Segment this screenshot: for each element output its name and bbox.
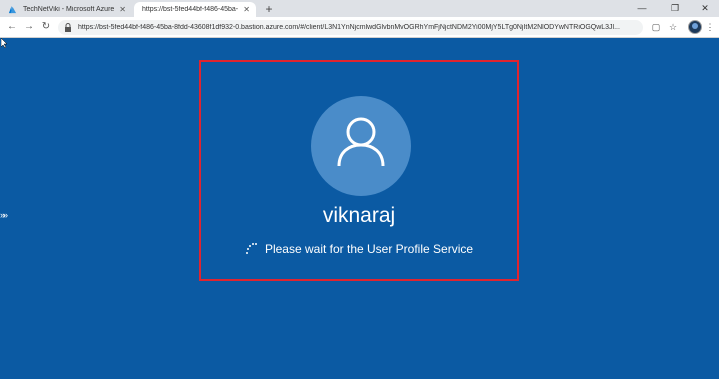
forward-icon[interactable]: →: [22, 20, 36, 34]
tab-bar: TechNetViki - Microsoft Azure ✕ https://…: [0, 0, 719, 17]
browser-toolbar: ← → ↻ https://bst-5fed44bf-f486-45ba-8fd…: [0, 17, 719, 38]
close-window-icon[interactable]: ✕: [690, 0, 719, 17]
url-text: https://bst-5fed44bf-f486-45ba-8fdd-4360…: [78, 24, 620, 31]
restore-icon[interactable]: ❐: [660, 0, 690, 17]
address-bar[interactable]: https://bst-5fed44bf-f486-45ba-8fdd-4360…: [58, 20, 643, 35]
tab-title: TechNetViki - Microsoft Azure: [23, 6, 115, 13]
user-avatar: [311, 96, 411, 196]
minimize-icon[interactable]: —: [627, 0, 657, 17]
profile-avatar[interactable]: [688, 20, 702, 34]
close-tab-icon[interactable]: ✕: [243, 5, 250, 14]
expand-panel-icon[interactable]: »»: [0, 210, 8, 220]
close-tab-icon[interactable]: ✕: [119, 5, 126, 14]
loading-spinner-icon: [245, 243, 257, 254]
azure-icon: [8, 5, 17, 14]
tab-bastion[interactable]: https://bst-5fed44bf-f486-45ba- ✕: [134, 2, 256, 17]
status-row: Please wait for the User Profile Service: [199, 242, 519, 256]
lock-icon: [65, 23, 71, 32]
new-tab-icon[interactable]: +: [262, 2, 276, 16]
star-icon[interactable]: ☆: [666, 20, 680, 34]
tab-title: https://bst-5fed44bf-f486-45ba-: [142, 6, 239, 13]
tab-technetviki[interactable]: TechNetViki - Microsoft Azure ✕: [0, 2, 132, 17]
username-label: viknaraj: [322, 204, 396, 227]
reload-icon[interactable]: ↻: [39, 20, 53, 34]
menu-icon[interactable]: ⋮: [703, 20, 717, 34]
tab-search-icon[interactable]: ▢: [649, 20, 663, 34]
mouse-cursor-icon: [1, 38, 8, 48]
back-icon[interactable]: ←: [5, 20, 19, 34]
user-icon: [337, 117, 385, 167]
status-message: Please wait for the User Profile Service: [264, 242, 474, 256]
